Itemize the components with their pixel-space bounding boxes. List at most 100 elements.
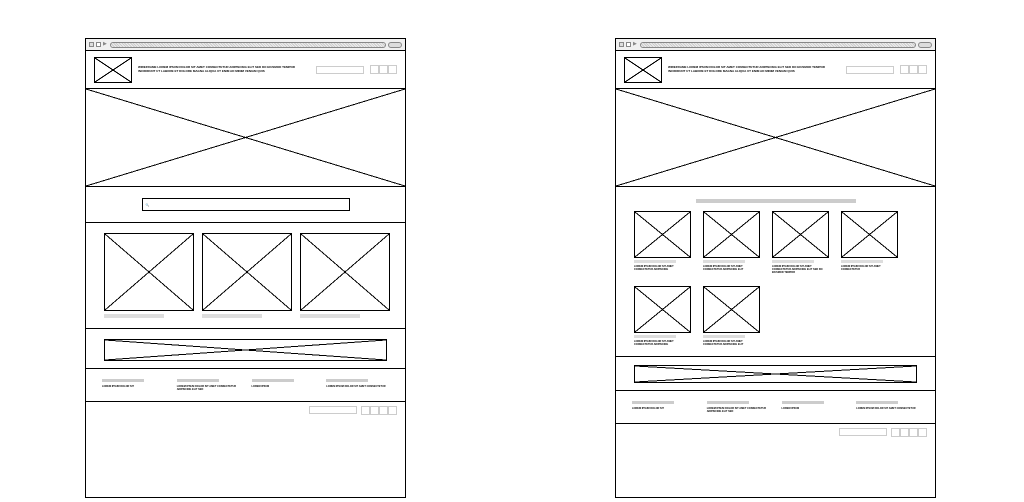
header-search-input[interactable] [316, 66, 364, 74]
hero-section [86, 89, 405, 187]
bottom-icon[interactable] [918, 428, 927, 437]
tagline-text: WIREFRAME LOREM IPSUM DOLOR SIT AMET CON… [138, 66, 310, 73]
item-image-placeholder [703, 286, 760, 333]
main-search-input[interactable]: 🔍 [142, 198, 350, 211]
browser-go-button[interactable] [388, 42, 402, 48]
browser-url-bar[interactable] [640, 42, 916, 48]
hero-image-placeholder [86, 89, 405, 186]
card-image-placeholder [202, 233, 292, 311]
footer-heading-placeholder [782, 401, 824, 404]
footer-column: LOREM IPSUM DOLOR SIT [102, 379, 165, 391]
item-description: LOREM IPSUM DOLOR SIT AMET CONSECTETUR A… [703, 340, 760, 346]
item-caption-placeholder [703, 335, 745, 338]
bottom-icon[interactable] [379, 406, 388, 415]
header-icon[interactable] [918, 65, 927, 74]
footer-heading-placeholder [102, 379, 144, 382]
footer-text: LOREM IPSUM DOLOR SIT AMET CONSECTETUR [326, 385, 389, 388]
feature-card[interactable] [300, 233, 390, 318]
header-icon[interactable] [900, 65, 909, 74]
item-description: LOREM IPSUM DOLOR SIT AMET CONSECTETUR [841, 265, 898, 271]
header-icon[interactable] [388, 65, 397, 74]
bottom-bar [86, 402, 405, 419]
banner-image-placeholder[interactable] [104, 339, 387, 361]
footer-heading-placeholder [326, 379, 368, 382]
bottom-input[interactable] [839, 428, 887, 436]
footer-column: LOREM IPSUM DOLOR SIT AMET CONSECTETUR [856, 401, 919, 413]
footer-column: LOREM IPSUM [782, 401, 845, 413]
header-icon[interactable] [909, 65, 918, 74]
logo-placeholder[interactable] [624, 57, 662, 83]
footer-column: LOREM IPSUM DOLOR SIT [632, 401, 695, 413]
bottom-icon[interactable] [370, 406, 379, 415]
bottom-input[interactable] [309, 406, 357, 414]
item-description: LOREM IPSUM DOLOR SIT AMET CONSECTETUR A… [634, 265, 691, 271]
footer-heading-placeholder [252, 379, 294, 382]
search-icon: 🔍 [146, 203, 150, 207]
list-item[interactable]: LOREM IPSUM DOLOR SIT AMET CONSECTETUR A… [703, 286, 760, 346]
footer-text: LOREM IPSUM DOLOR SIT AMET CONSECTETUR [856, 407, 919, 410]
footer: LOREM IPSUM DOLOR SIT LOREM IPSUM DOLOR … [86, 369, 405, 402]
browser-go-button[interactable] [918, 42, 932, 48]
header-icon[interactable] [379, 65, 388, 74]
footer-column: LOREM IPSUM DOLOR SIT AMET CONSECTETUR A… [177, 379, 240, 391]
footer-heading-placeholder [707, 401, 749, 404]
browser-forward-icon[interactable]: ▶ [633, 42, 638, 47]
browser-forward-icon[interactable]: ▶ [103, 42, 108, 47]
item-description: LOREM IPSUM DOLOR SIT AMET CONSECTETUR A… [634, 340, 691, 346]
bottom-icon[interactable] [891, 428, 900, 437]
list-item[interactable]: LOREM IPSUM DOLOR SIT AMET CONSECTETUR [841, 211, 898, 274]
bottom-icon-group [361, 406, 397, 415]
list-item[interactable]: LOREM IPSUM DOLOR SIT AMET CONSECTETUR A… [703, 211, 760, 274]
item-caption-placeholder [772, 260, 814, 263]
footer-column: LOREM IPSUM DOLOR SIT AMET CONSECTETUR A… [707, 401, 770, 413]
browser-back-icon[interactable] [619, 42, 624, 47]
card-caption-placeholder [104, 314, 164, 318]
listing-grid: LOREM IPSUM DOLOR SIT AMET CONSECTETUR A… [634, 211, 917, 346]
bottom-icon[interactable] [361, 406, 370, 415]
browser-stop-icon[interactable] [626, 42, 631, 47]
item-caption-placeholder [841, 260, 883, 263]
hero-section [616, 89, 935, 187]
item-image-placeholder [634, 286, 691, 333]
feature-card[interactable] [104, 233, 194, 318]
item-image-placeholder [841, 211, 898, 258]
card-image-placeholder [104, 233, 194, 311]
bottom-icon-group [891, 428, 927, 437]
footer-text: LOREM IPSUM [782, 407, 845, 410]
browser-back-icon[interactable] [89, 42, 94, 47]
bottom-icon[interactable] [909, 428, 918, 437]
item-description: LOREM IPSUM DOLOR SIT AMET CONSECTETUR A… [703, 265, 760, 271]
browser-url-bar[interactable] [110, 42, 386, 48]
list-item[interactable]: LOREM IPSUM DOLOR SIT AMET CONSECTETUR A… [634, 286, 691, 346]
browser-stop-icon[interactable] [96, 42, 101, 47]
footer-text: LOREM IPSUM DOLOR SIT [632, 407, 695, 410]
wireframe-listing: ▶ WIREFRAME LOREM IPSUM DOLOR SIT AMET C… [615, 38, 936, 498]
footer-text: LOREM IPSUM DOLOR SIT [102, 385, 165, 388]
feature-cards-row [86, 223, 405, 329]
logo-placeholder[interactable] [94, 57, 132, 83]
bottom-icon[interactable] [388, 406, 397, 415]
footer-text: LOREM IPSUM DOLOR SIT AMET CONSECTETUR A… [177, 385, 240, 391]
banner-image-placeholder[interactable] [634, 365, 917, 383]
browser-chrome: ▶ [86, 39, 405, 51]
footer-column: LOREM IPSUM [252, 379, 315, 391]
footer-heading-placeholder [632, 401, 674, 404]
list-item[interactable]: LOREM IPSUM DOLOR SIT AMET CONSECTETUR A… [772, 211, 829, 274]
item-image-placeholder [703, 211, 760, 258]
header-search-input[interactable] [846, 66, 894, 74]
item-caption-placeholder [634, 260, 676, 263]
listing-section: LOREM IPSUM DOLOR SIT AMET CONSECTETUR A… [616, 187, 935, 357]
tagline-text: WIREFRAME LOREM IPSUM DOLOR SIT AMET CON… [668, 66, 840, 73]
bottom-icon[interactable] [900, 428, 909, 437]
footer: LOREM IPSUM DOLOR SIT LOREM IPSUM DOLOR … [616, 391, 935, 424]
header-icon[interactable] [370, 65, 379, 74]
footer-column: LOREM IPSUM DOLOR SIT AMET CONSECTETUR [326, 379, 389, 391]
feature-card[interactable] [202, 233, 292, 318]
card-caption-placeholder [202, 314, 262, 318]
header-icon-group [370, 65, 397, 74]
page-header: WIREFRAME LOREM IPSUM DOLOR SIT AMET CON… [616, 51, 935, 89]
list-item[interactable]: LOREM IPSUM DOLOR SIT AMET CONSECTETUR A… [634, 211, 691, 274]
header-icon-group [900, 65, 927, 74]
item-image-placeholder [634, 211, 691, 258]
banner-section [86, 329, 405, 369]
